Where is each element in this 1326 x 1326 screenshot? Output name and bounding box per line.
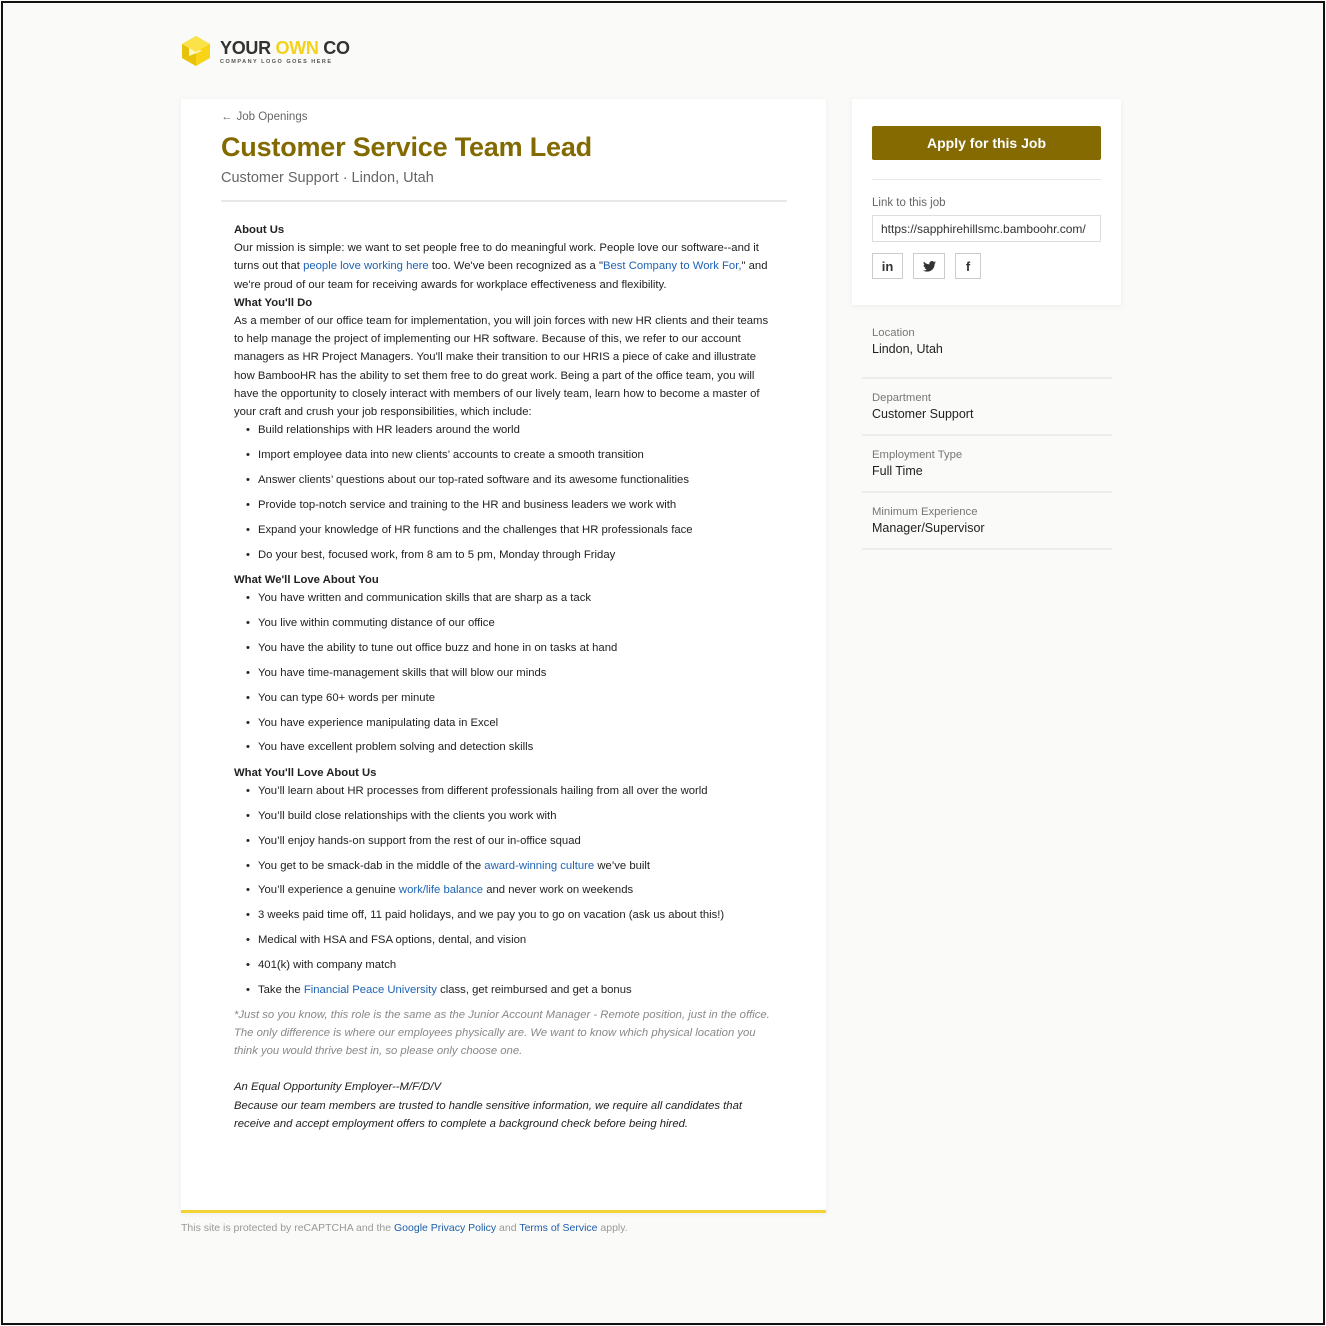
share-linkedin-button[interactable]: in [872,253,903,279]
twitter-icon [922,260,936,272]
list-item: Answer clients’ questions about our top-… [246,471,774,489]
logo-name: YOUR OWN CO [220,37,350,58]
eeo-statement: An Equal Opportunity Employer--M/F/D/V B… [234,1078,774,1133]
job-details: Location Lindon, Utah Department Customer S… [862,322,1112,550]
list-item: You have experience manipulating data in… [246,714,774,732]
linkedin-icon: in [881,258,894,274]
hexagon-play-logo-icon [182,36,210,66]
list-item: Medical with HSA and FSA options, dental… [246,931,774,949]
back-link-label: Job Openings [236,111,308,123]
company-logo[interactable]: YOUR OWN CO COMPANY LOGO GOES HERE [180,35,350,67]
benefit-link[interactable]: work/life balance [399,884,483,896]
job-detail-value: Customer Support [872,407,974,421]
job-detail-label: Department [872,392,932,404]
list-item: Expand your knowledge of HR functions an… [246,521,774,539]
benefit-link[interactable]: Financial Peace University [304,984,437,996]
section-heading-about-us-perks: What You'll Love About Us [234,766,377,779]
arrow-left-icon: ← [221,111,233,123]
qualifications-list: You have written and communication skill… [246,589,774,757]
list-item: Do your best, focused work, from 8 am to… [246,546,774,564]
list-item: You have written and communication skill… [246,589,774,607]
section-heading-about-us: About Us [234,224,285,236]
divider [221,200,787,202]
logo-tagline: COMPANY LOGO GOES HERE [220,58,333,65]
apply-for-job-button[interactable]: Apply for this Job [872,126,1101,160]
job-detail-label: Location [872,327,915,339]
list-item: You’ll learn about HR processes from dif… [246,782,774,800]
eeo-title: An Equal Opportunity Employer--M/F/D/V [234,1081,441,1094]
job-subtitle: Customer Support · Lindon, Utah [221,170,434,186]
list-item: Import employee data into new clients’ a… [246,446,774,464]
people-love-working-here-link[interactable]: people love working here [303,260,429,272]
role-note: *Just so you know, this role is the same… [234,1008,770,1058]
list-item: Take the Financial Peace University clas… [246,981,774,999]
benefits-list: You’ll learn about HR processes from dif… [246,782,774,1000]
job-description-card: ← Job Openings Customer Service Team Lead… [181,99,826,1213]
what-youll-do-text: As a member of our office team for imple… [234,315,769,419]
list-item: You get to be smack-dab in the middle of… [246,857,774,875]
job-link-label: Link to this job [872,197,946,209]
about-us-text: Our mission is simple: we want to set pe… [234,242,768,291]
benefit-link[interactable]: award-winning culture [484,860,594,872]
responsibilities-list: Build relationships with HR leaders arou… [246,421,774,564]
list-item: You’ll build close relationships with th… [246,807,774,825]
job-title: Customer Service Team Lead [221,132,592,162]
list-item: You’ll experience a genuine work/life ba… [246,881,774,899]
list-item: You have the ability to tune out office … [246,639,774,657]
apply-card: Apply for this Job Link to this job in f [852,99,1121,305]
list-item: Provide top-notch service and training t… [246,496,774,514]
best-company-link[interactable]: Best Company to Work For, [603,260,742,272]
eeo-text: Because our team members are trusted to … [234,1099,743,1130]
job-detail-value: Manager/Supervisor [872,521,985,535]
share-twitter-button[interactable] [913,253,945,279]
job-detail-value: Full Time [872,464,923,478]
divider [872,179,1101,180]
job-detail-item: Minimum Experience Manager/Supervisor [862,493,1112,550]
list-item: Build relationships with HR leaders arou… [246,421,774,439]
job-detail-item: Employment Type Full Time [862,436,1112,493]
recaptcha-footer: This site is protected by reCAPTCHA and … [181,1222,628,1234]
share-facebook-button[interactable]: f [955,253,981,279]
facebook-icon: f [965,258,971,274]
job-detail-item: Department Customer Support [862,379,1112,436]
job-link-field[interactable] [872,215,1101,242]
list-item: 3 weeks paid time off, 11 paid holidays,… [246,906,774,924]
job-detail-label: Minimum Experience [872,506,978,518]
job-detail-item: Location Lindon, Utah [862,322,1112,379]
terms-of-service-link[interactable]: Terms of Service [519,1222,597,1234]
google-privacy-policy-link[interactable]: Google Privacy Policy [394,1222,496,1234]
list-item: 401(k) with company match [246,956,774,974]
list-item: You have time-management skills that wil… [246,664,774,682]
job-description: About Us Our mission is simple: we want … [234,221,774,1133]
back-to-job-openings-link[interactable]: ← Job Openings [221,111,307,123]
job-detail-value: Lindon, Utah [872,342,943,356]
section-heading-what-youll-do: What You'll Do [234,296,313,309]
list-item: You can type 60+ words per minute [246,689,774,707]
section-heading-about-you: What We'll Love About You [234,573,379,586]
list-item: You have excellent problem solving and d… [246,738,774,756]
list-item: You live within commuting distance of ou… [246,614,774,632]
job-detail-label: Employment Type [872,449,963,461]
list-item: You’ll enjoy hands-on support from the r… [246,832,774,850]
